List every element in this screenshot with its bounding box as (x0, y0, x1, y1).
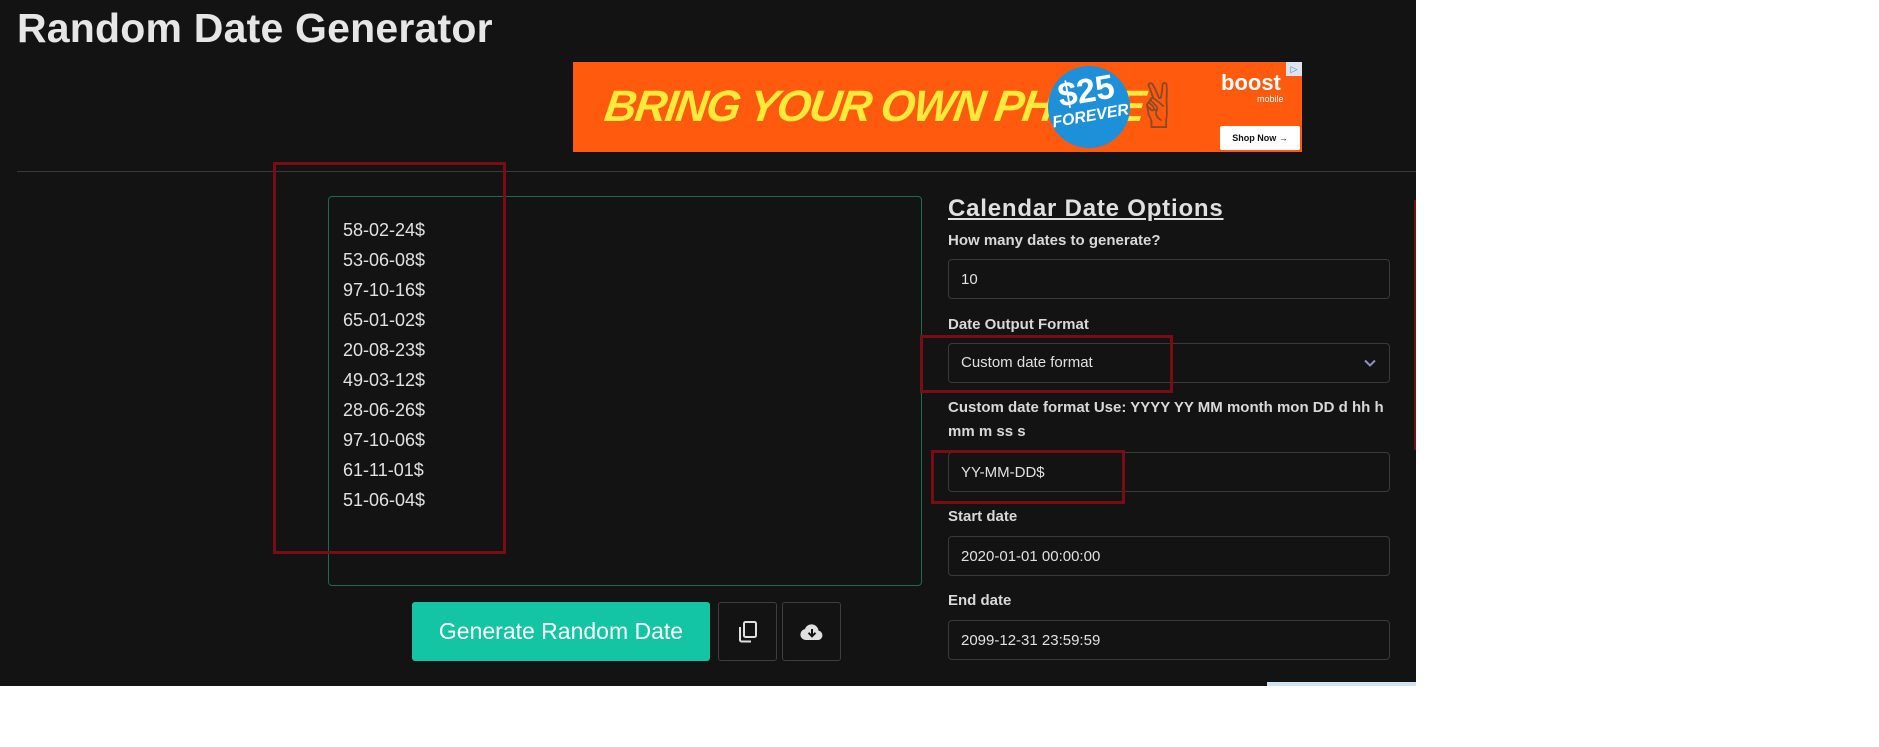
output-line: 49-03-12$ (343, 370, 426, 390)
app-window: Random Date Generator BRING YOUR OWN PHO… (0, 0, 1416, 686)
format-select[interactable]: Custom date format (948, 343, 1390, 383)
output-line: 61-11-01$ (343, 460, 424, 480)
output-textarea[interactable]: 58-02-24$ 53-06-08$ 97-10-16$ 65-01-02$ 20-0… (328, 196, 922, 586)
page-title: Random Date Generator (17, 5, 493, 51)
custom-format-label: Custom date format Use: YYYY YY MM month… (948, 399, 1384, 440)
end-date-input[interactable] (948, 620, 1390, 660)
options-title: Calendar Date Options (948, 195, 1224, 222)
format-select-value: Custom date format (961, 354, 1093, 371)
output-line: 97-10-06$ (343, 430, 426, 450)
ad-banner[interactable]: BRING YOUR OWN PHONE $25 FOREVER ✌ boost… (573, 62, 1302, 152)
end-date-label: End date (948, 592, 1012, 609)
copy-button[interactable] (718, 602, 777, 661)
ad-brand-sub: mobile (1257, 94, 1284, 104)
download-button[interactable] (782, 602, 841, 661)
peace-hand-icon: ✌ (1133, 73, 1185, 142)
count-label: How many dates to generate? (948, 232, 1161, 249)
generate-button[interactable]: Generate Random Date (412, 602, 710, 661)
scroll-indicator (1267, 682, 1416, 686)
cloud-download-icon (799, 623, 822, 640)
ad-brand: boost (1221, 70, 1281, 95)
start-date-label: Start date (948, 508, 1018, 525)
adchoices-icon[interactable]: ▷ (1286, 62, 1302, 76)
output-line: 97-10-16$ (343, 280, 426, 300)
output-line: 20-08-23$ (343, 340, 426, 360)
output-line: 65-01-02$ (343, 310, 426, 330)
custom-format-input[interactable] (948, 452, 1390, 492)
edge-marker (1414, 200, 1416, 450)
chevron-down-icon (1364, 359, 1376, 367)
format-label: Date Output Format (948, 316, 1089, 333)
count-input[interactable] (948, 259, 1390, 299)
ad-shop-now-button[interactable]: Shop Now → (1220, 126, 1300, 150)
output-line: 53-06-08$ (343, 250, 426, 270)
start-date-input[interactable] (948, 536, 1390, 576)
copy-icon (738, 620, 757, 642)
ad-price-badge: $25 FOREVER (1041, 62, 1137, 152)
output-line: 58-02-24$ (343, 220, 426, 240)
output-line: 28-06-26$ (343, 400, 426, 420)
output-line: 51-06-04$ (343, 490, 426, 510)
divider (17, 171, 1416, 172)
